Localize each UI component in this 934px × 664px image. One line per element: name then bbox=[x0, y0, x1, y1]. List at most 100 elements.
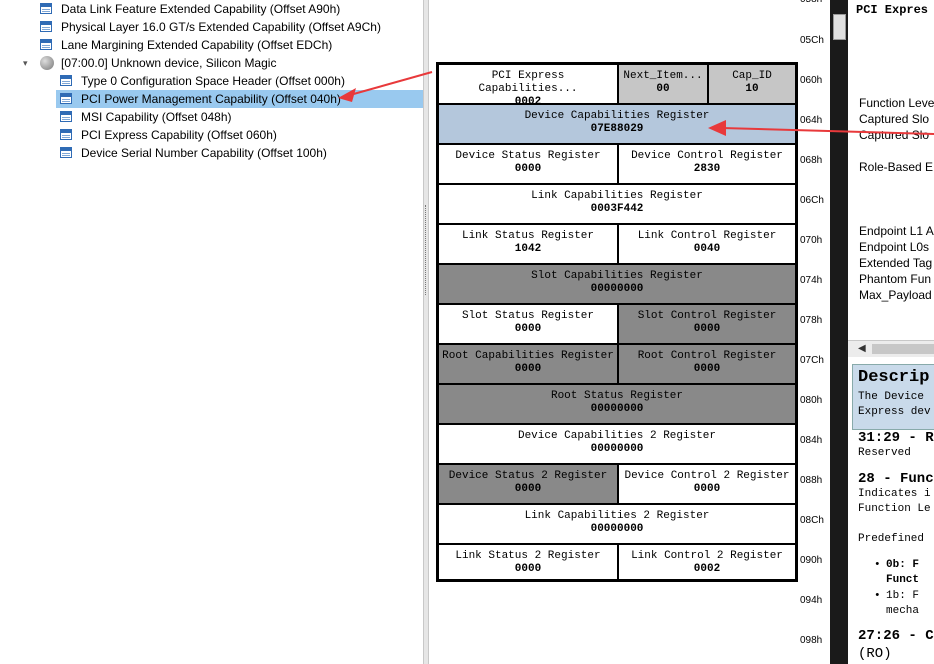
bitfield-bullet: mecha bbox=[886, 605, 920, 617]
register-name: Device Control Register bbox=[631, 150, 783, 162]
register-cell-slot-control[interactable]: Slot Control Register 0000 bbox=[618, 304, 796, 344]
tree-item-msi[interactable]: MSI Capability (Offset 048h) bbox=[0, 108, 423, 126]
tree-item-label: Data Link Feature Extended Capability (O… bbox=[61, 2, 341, 16]
field-line: Extended Tag bbox=[859, 256, 933, 270]
bitfield-text: Function Le bbox=[858, 503, 931, 515]
field-line: Endpoint L1 A bbox=[859, 224, 934, 238]
description-header: Descrip bbox=[858, 368, 930, 387]
tree-item-label: Device Serial Number Capability (Offset … bbox=[81, 146, 327, 160]
scrollbar-thumb[interactable] bbox=[833, 14, 846, 40]
register-cell-pcie-caps[interactable]: PCI Express Capabilities... 0002 bbox=[438, 64, 618, 108]
register-value: 00000000 bbox=[590, 403, 644, 415]
offset-label: 080h bbox=[800, 395, 823, 406]
scroll-left-icon[interactable]: ◀ bbox=[858, 343, 866, 354]
offset-label: 07Ch bbox=[800, 355, 824, 366]
register-cell-device-status[interactable]: Device Status Register 0000 bbox=[438, 144, 618, 184]
register-cell-link-caps-2[interactable]: Link Capabilities 2 Register 00000000 bbox=[438, 504, 796, 544]
tree-item-serial-number[interactable]: Device Serial Number Capability (Offset … bbox=[0, 144, 423, 162]
register-name: Link Capabilities Register bbox=[531, 190, 703, 202]
tree-item-data-link-feature[interactable]: Data Link Feature Extended Capability (O… bbox=[0, 0, 423, 18]
bitfield-bullet: 1b: F bbox=[886, 590, 920, 602]
register-value: 0000 bbox=[693, 323, 721, 335]
register-name: Link Capabilities 2 Register bbox=[524, 510, 710, 522]
horizontal-scrollbar[interactable]: ◀ bbox=[848, 340, 934, 357]
register-cell-link-control[interactable]: Link Control Register 0040 bbox=[618, 224, 796, 264]
vertical-scrollbar[interactable] bbox=[830, 0, 848, 664]
tree-item-pci-express[interactable]: PCI Express Capability (Offset 060h) bbox=[0, 126, 423, 144]
register-cell-root-status[interactable]: Root Status Register 00000000 bbox=[438, 384, 796, 424]
detail-pane: PCI Expres Function Leve Captured Slo Ca… bbox=[848, 0, 934, 664]
field-line: Function Leve bbox=[859, 96, 934, 110]
register-name: Slot Control Register bbox=[637, 310, 777, 322]
register-cell-root-control[interactable]: Root Control Register 0000 bbox=[618, 344, 796, 384]
collapse-arrow-icon[interactable]: ▾ bbox=[23, 54, 28, 72]
register-cell-slot-status[interactable]: Slot Status Register 0000 bbox=[438, 304, 618, 344]
register-value: 0000 bbox=[693, 483, 721, 495]
bitfield-heading: 28 - Func bbox=[858, 471, 934, 487]
register-name: Device Status 2 Register bbox=[448, 470, 608, 482]
register-cell-device-control[interactable]: Device Control Register 2830 bbox=[618, 144, 796, 184]
register-name: Slot Status Register bbox=[461, 310, 595, 322]
register-name: Link Control Register bbox=[637, 230, 777, 242]
tree-item-lane-margining[interactable]: Lane Margining Extended Capability (Offs… bbox=[0, 36, 423, 54]
splitter-grip[interactable] bbox=[425, 205, 428, 295]
register-grid: PCI Express Capabilities... 0002 Next_Ite… bbox=[436, 62, 798, 582]
register-icon bbox=[60, 129, 72, 140]
register-value: 10 bbox=[745, 83, 759, 95]
offset-label: 088h bbox=[800, 475, 823, 486]
register-name: Root Capabilities Register bbox=[442, 350, 614, 362]
register-name: Device Capabilities Register bbox=[524, 110, 710, 122]
register-cell-next-item[interactable]: Next_Item... 00 bbox=[618, 64, 708, 104]
tree-item-physical-layer[interactable]: Physical Layer 16.0 GT/s Extended Capabi… bbox=[0, 18, 423, 36]
tree-item-label: PCI Express Capability (Offset 060h) bbox=[81, 128, 277, 142]
register-cell-link-status-2[interactable]: Link Status 2 Register 0000 bbox=[438, 544, 618, 580]
register-cell-link-status[interactable]: Link Status Register 1042 bbox=[438, 224, 618, 264]
register-cell-link-caps[interactable]: Link Capabilities Register 0003F442 bbox=[438, 184, 796, 224]
capability-tree: Data Link Feature Extended Capability (O… bbox=[0, 0, 423, 664]
register-value: 0003F442 bbox=[590, 203, 644, 215]
register-cell-cap-id[interactable]: Cap_ID 10 bbox=[708, 64, 796, 104]
offset-label: 060h bbox=[800, 75, 823, 86]
register-cell-root-caps[interactable]: Root Capabilities Register 0000 bbox=[438, 344, 618, 384]
offset-label: 070h bbox=[800, 235, 823, 246]
tree-item-label: Physical Layer 16.0 GT/s Extended Capabi… bbox=[61, 20, 381, 34]
register-value: 00 bbox=[656, 83, 670, 95]
field-line: Captured Slo bbox=[859, 128, 930, 142]
register-name: Link Status 2 Register bbox=[455, 550, 601, 562]
register-value: 0040 bbox=[693, 243, 721, 255]
tree-item-power-management[interactable]: PCI Power Management Capability (Offset … bbox=[56, 90, 423, 108]
register-cell-slot-caps[interactable]: Slot Capabilities Register 00000000 bbox=[438, 264, 796, 304]
bitfield-bullet: 0b: F bbox=[886, 559, 920, 571]
register-cell-link-control-2[interactable]: Link Control 2 Register 0002 bbox=[618, 544, 796, 580]
bitfield-heading: 31:29 - R bbox=[858, 430, 934, 446]
register-name: Device Control 2 Register bbox=[624, 470, 790, 482]
register-value: 0002 bbox=[693, 563, 721, 575]
bullet-icon: • bbox=[874, 559, 881, 571]
offset-label: 098h bbox=[800, 635, 823, 646]
device-icon bbox=[40, 56, 54, 70]
bitfield-text: Indicates i bbox=[858, 488, 931, 500]
tree-item-device-07[interactable]: ▾ [07:00.0] Unknown device, Silicon Magi… bbox=[0, 54, 423, 72]
register-cell-device-status-2[interactable]: Device Status 2 Register 0000 bbox=[438, 464, 618, 504]
offset-label: 078h bbox=[800, 315, 823, 326]
register-icon bbox=[60, 111, 72, 122]
tree-item-label: Lane Margining Extended Capability (Offs… bbox=[61, 38, 333, 52]
register-name: Root Control Register bbox=[637, 350, 777, 362]
bitfield-bullet: Funct bbox=[886, 574, 920, 586]
register-cell-device-caps[interactable]: Device Capabilities Register 07E88029 bbox=[438, 104, 796, 144]
scrollbar-thumb[interactable] bbox=[872, 344, 934, 354]
register-name: Link Control 2 Register bbox=[631, 550, 783, 562]
offset-label: 084h bbox=[800, 435, 823, 446]
register-name: Root Status Register bbox=[550, 390, 684, 402]
register-name: PCI Express Capabilities... bbox=[478, 70, 578, 95]
offset-label: 068h bbox=[800, 155, 823, 166]
register-name: Slot Capabilities Register bbox=[531, 270, 703, 282]
offset-column: 058h 05Ch 060h 064h 068h 06Ch 070h 074h … bbox=[798, 0, 830, 664]
register-value: 0000 bbox=[514, 483, 542, 495]
tree-item-type0-header[interactable]: Type 0 Configuration Space Header (Offse… bbox=[0, 72, 423, 90]
register-cell-device-caps-2[interactable]: Device Capabilities 2 Register 00000000 bbox=[438, 424, 796, 464]
offset-label: 05Ch bbox=[800, 35, 824, 46]
detail-title: PCI Expres bbox=[856, 3, 929, 17]
field-line: Phantom Fun bbox=[859, 272, 932, 286]
register-cell-device-control-2[interactable]: Device Control 2 Register 0000 bbox=[618, 464, 796, 504]
